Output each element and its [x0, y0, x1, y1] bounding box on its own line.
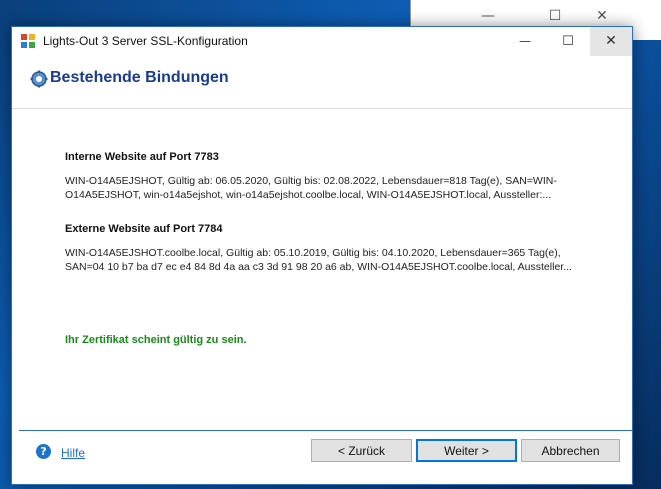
help-icon[interactable]: ?: [36, 444, 51, 459]
external-website-cert-line2: SAN=04 10 b7 ba d7 ec e4 84 8d 4a aa c3 …: [65, 261, 572, 273]
external-website-title: Externe Website auf Port 7784: [65, 223, 223, 235]
ssl-config-dialog: Lights-Out 3 Server SSL-Konfiguration — …: [11, 26, 633, 485]
title-bar: Lights-Out 3 Server SSL-Konfiguration — …: [12, 27, 632, 56]
footer-divider: [19, 430, 632, 431]
internal-website-cert-line1: WIN-O14A5EJSHOT, Gültig ab: 06.05.2020, …: [65, 175, 557, 187]
help-link[interactable]: Hilfe: [61, 446, 85, 460]
status-message: Ihr Zertifikat scheint gültig zu sein.: [65, 334, 247, 346]
background-close-button[interactable]: ✕: [592, 6, 612, 26]
gear-icon: [30, 70, 48, 88]
app-icon: [21, 34, 35, 48]
cancel-button[interactable]: Abbrechen: [521, 439, 620, 462]
internal-website-title: Interne Website auf Port 7783: [65, 151, 219, 163]
internal-website-cert-line2: O14A5EJSHOT, win-o14a5ejshot, win-o14a5e…: [65, 189, 552, 201]
background-maximize-button[interactable]: ☐: [545, 6, 565, 26]
minimize-button[interactable]: —: [504, 27, 546, 56]
window-title: Lights-Out 3 Server SSL-Konfiguration: [43, 34, 248, 48]
wizard-header: Bestehende Bindungen: [12, 56, 632, 109]
maximize-button[interactable]: ☐: [547, 27, 589, 56]
back-button[interactable]: < Zurück: [311, 439, 412, 462]
background-minimize-button[interactable]: —: [478, 6, 498, 26]
close-button[interactable]: ✕: [590, 27, 632, 56]
bindings-content: Interne Website auf Port 7783 WIN-O14A5E…: [12, 109, 632, 429]
next-button[interactable]: Weiter >: [416, 439, 517, 462]
page-title: Bestehende Bindungen: [50, 69, 229, 86]
external-website-cert-line1: WIN-O14A5EJSHOT.coolbe.local, Gültig ab:…: [65, 247, 561, 259]
